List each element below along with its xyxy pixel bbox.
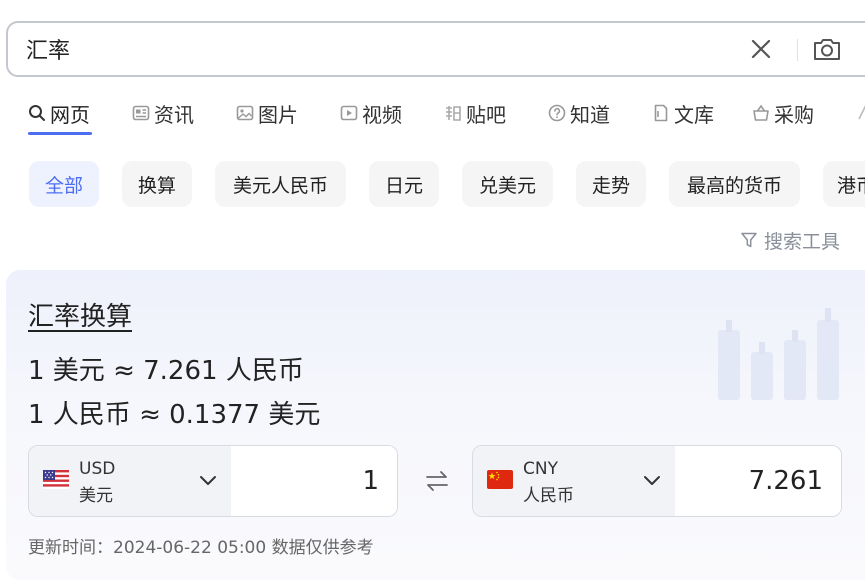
tab-label: 文库 [674, 102, 714, 127]
chip-label: 最高的货币 [686, 174, 782, 197]
chip-label: 日元 [384, 174, 423, 197]
chip-jpy[interactable]: 日元 [369, 161, 439, 207]
image-icon [236, 105, 254, 121]
video-icon [340, 105, 358, 121]
close-icon[interactable] [749, 37, 773, 61]
from-currency-code: USD [79, 459, 116, 479]
tieba-icon [446, 106, 461, 121]
bar-chart-decoration [718, 308, 839, 400]
tab-video[interactable]: 视频 [340, 98, 402, 128]
tab-label: 图片 [258, 102, 298, 127]
exchange-rate-card: 汇率换算 1 美元 ≈ 7.261 人民币 1 人民币 ≈ 0.1377 美元 [6, 270, 865, 580]
search-box[interactable] [6, 21, 865, 77]
chip-all[interactable]: 全部 [29, 161, 99, 207]
tab-label: 资讯 [154, 102, 194, 127]
chip-label: 全部 [44, 174, 83, 197]
news-icon [132, 105, 150, 121]
from-amount-input[interactable] [231, 446, 397, 516]
us-flag-icon [43, 470, 69, 489]
tab-tieba[interactable]: 贴吧 [444, 98, 506, 128]
rate-usd-to-cny: 1 美元 ≈ 7.261 人民币 [28, 356, 304, 386]
chevron-down-icon [644, 476, 660, 485]
rate-cny-to-usd: 1 人民币 ≈ 0.1377 美元 [28, 400, 321, 430]
chip-usd-cny[interactable]: 美元人民币 [215, 161, 346, 207]
active-tab-indicator [28, 132, 92, 135]
tab-label: 采购 [774, 102, 814, 127]
from-currency-box: USD 美元 [28, 445, 398, 517]
chip-hkd[interactable]: 港币 [823, 161, 865, 207]
update-time-note: 更新时间：2024-06-22 05:00 数据仅供参考 [28, 538, 374, 558]
camera-icon[interactable] [811, 35, 843, 63]
chip-highest-currency[interactable]: 最高的货币 [669, 161, 800, 207]
tab-label: 贴吧 [466, 102, 506, 127]
filter-icon [741, 232, 757, 248]
tab-label: 视频 [362, 102, 402, 127]
tab-label: 知道 [570, 102, 610, 127]
cn-flag-icon [487, 470, 513, 489]
tab-web[interactable]: 网页 [28, 98, 90, 128]
chip-label: 换算 [137, 174, 176, 197]
chip-convert[interactable]: 换算 [122, 161, 192, 207]
to-amount-input[interactable] [675, 446, 841, 516]
chevron-down-icon [200, 476, 216, 485]
from-currency-name: 美元 [79, 486, 113, 506]
question-icon [548, 104, 566, 122]
more-icon [858, 105, 865, 120]
search-divider [797, 39, 798, 61]
card-title-link[interactable]: 汇率换算 [28, 296, 132, 333]
to-currency-box: CNY 人民币 [472, 445, 842, 517]
chip-label: 走势 [591, 174, 630, 197]
to-currency-code: CNY [523, 459, 558, 479]
tab-more[interactable] [856, 98, 865, 128]
basket-icon [753, 104, 769, 121]
chip-label: 兑美元 [478, 174, 536, 197]
search-tools-label: 搜索工具 [764, 230, 841, 253]
to-currency-select[interactable]: CNY 人民币 [473, 446, 675, 516]
tab-zhidao[interactable]: 知道 [548, 98, 610, 128]
search-input[interactable] [26, 23, 706, 75]
chip-trend[interactable]: 走势 [576, 161, 646, 207]
chip-to-usd[interactable]: 兑美元 [462, 161, 553, 207]
from-currency-select[interactable]: USD 美元 [29, 446, 231, 516]
tab-wenku[interactable]: 文库 [652, 98, 714, 128]
doc-icon [654, 104, 668, 122]
to-currency-name: 人民币 [523, 486, 574, 506]
swap-arrows-icon[interactable] [424, 468, 450, 494]
tab-news[interactable]: 资讯 [132, 98, 194, 128]
search-icon [29, 105, 45, 121]
search-tools-button[interactable]: 搜索工具 [740, 226, 840, 254]
tab-label: 网页 [50, 102, 90, 127]
chip-label: 港币 [837, 174, 865, 197]
chip-label: 美元人民币 [232, 174, 328, 197]
tab-caigou[interactable]: 采购 [752, 98, 814, 128]
tab-images[interactable]: 图片 [236, 98, 298, 128]
